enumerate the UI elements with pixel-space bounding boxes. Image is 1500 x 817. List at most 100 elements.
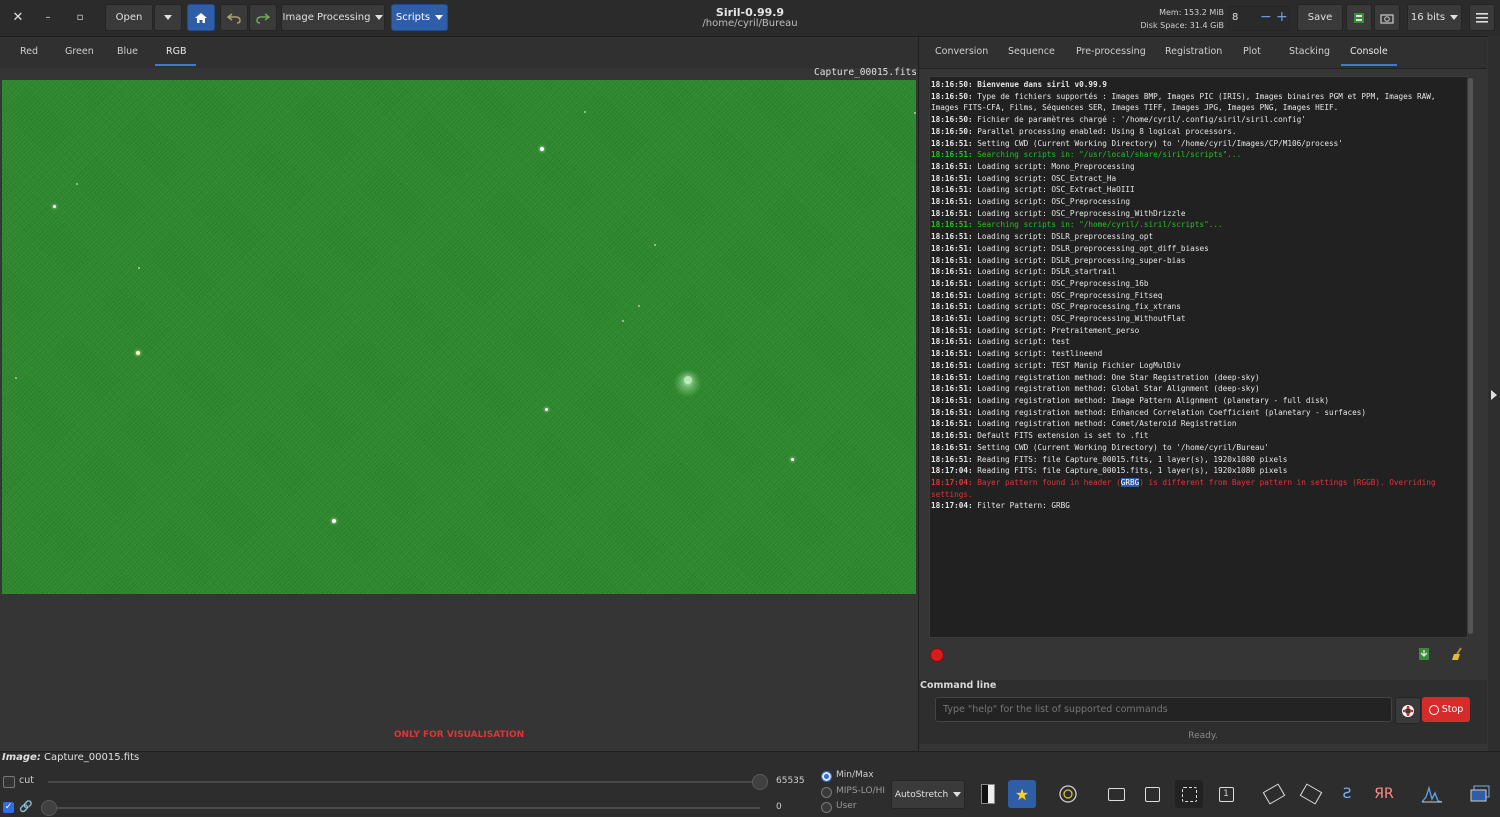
undo-button[interactable]: [220, 4, 248, 31]
chevron-down-icon: [435, 15, 444, 20]
broom-icon: [1452, 647, 1462, 660]
command-line-label: Command line: [920, 680, 997, 691]
stop-button[interactable]: Stop: [1422, 697, 1470, 722]
console-message: Loading script: test: [972, 337, 1070, 347]
console-message: Filter Pattern: GRBG: [972, 501, 1070, 511]
plus-icon[interactable]: +: [1276, 9, 1288, 25]
one-to-one-button[interactable]: 1: [1212, 780, 1240, 808]
radio-minmax[interactable]: [821, 771, 832, 782]
console-line: 18:16:51: Loading script: testlineend: [931, 348, 1467, 360]
mirror-y-button[interactable]: ЯR: [1370, 780, 1398, 808]
photometry-button[interactable]: [1054, 780, 1082, 808]
tab-green[interactable]: Green: [65, 46, 94, 57]
rotate-right-button[interactable]: [1297, 780, 1325, 808]
false-color-button[interactable]: ★: [1008, 780, 1036, 808]
link-checkbox[interactable]: ✓: [3, 802, 14, 813]
undo-icon: [227, 12, 241, 24]
console-timestamp: 18:16:51:: [931, 325, 973, 335]
threads-spinner[interactable]: 8 − +: [1228, 6, 1290, 31]
main-menu-button[interactable]: [1469, 4, 1495, 31]
max-value: 65535: [776, 776, 805, 786]
rotate-right-icon: [1299, 783, 1323, 805]
side-panel-toggle[interactable]: [1488, 36, 1500, 751]
save-as-button[interactable]: [1346, 4, 1372, 31]
snapshot-button[interactable]: [1374, 4, 1400, 31]
star: [638, 305, 640, 307]
image-canvas[interactable]: [2, 80, 916, 594]
max-slider-knob[interactable]: [752, 774, 768, 790]
tab-conversion[interactable]: Conversion: [935, 46, 988, 57]
redo-button[interactable]: [249, 4, 277, 31]
console-message: Loading script: Pretraitement_perso: [972, 325, 1140, 335]
rotate-left-button[interactable]: [1260, 780, 1288, 808]
zoom-in-button[interactable]: [1138, 780, 1166, 808]
working-directory: /home/cyril/Bureau: [702, 18, 798, 29]
image-processing-menu[interactable]: Image Processing: [281, 4, 385, 31]
console-line: 18:16:51: Loading script: DSLR_preproces…: [931, 231, 1467, 243]
console-message: Loading script: DSLR_preprocessing_opt_d…: [972, 243, 1209, 253]
radio-user[interactable]: [821, 802, 832, 813]
cut-checkbox[interactable]: [3, 776, 15, 788]
zoom-fit-button[interactable]: [1102, 780, 1130, 808]
close-window-button[interactable]: ✕: [6, 4, 30, 31]
mirror-x-button[interactable]: Ƨ: [1333, 780, 1361, 808]
star: [622, 320, 624, 322]
image-info: Image: Capture_00015.fits: [2, 752, 139, 763]
maximize-window-button[interactable]: ▫: [68, 4, 92, 31]
tab-stacking[interactable]: Stacking: [1289, 46, 1330, 57]
max-slider-track[interactable]: [48, 781, 760, 783]
status-text: Ready.: [1188, 731, 1218, 741]
display-mode-selector[interactable]: AutoStretch: [891, 780, 965, 809]
redo-icon: [256, 12, 270, 24]
minus-icon[interactable]: −: [1260, 9, 1272, 25]
fit-window-button[interactable]: [1175, 780, 1203, 808]
console-message: Loading script: Mono_Preprocessing: [972, 161, 1135, 171]
console-message: Loading script: OSC_Preprocessing_16b: [972, 278, 1149, 288]
console-log[interactable]: 18:16:50: Bienvenue dans siril v0.99.9 18…: [929, 76, 1468, 638]
console-message: Loading script: TEST Manip Fichier LogMu…: [972, 360, 1181, 370]
chevron-down-icon: [1450, 15, 1459, 20]
image-processing-label: Image Processing: [282, 12, 371, 23]
min-slider-knob[interactable]: [41, 800, 57, 816]
histogram-button[interactable]: [1418, 780, 1446, 808]
radio-mips[interactable]: [821, 787, 832, 798]
bit-depth-label: 16 bits: [1410, 12, 1446, 23]
open-button[interactable]: Open: [105, 4, 153, 31]
console-line: 18:16:51: Loading registration method: O…: [931, 372, 1467, 384]
star: [53, 205, 56, 208]
scripts-menu[interactable]: Scripts: [391, 4, 448, 31]
console-line: 18:16:51: Loading script: OSC_Extract_Ha…: [931, 184, 1467, 196]
tab-blue[interactable]: Blue: [117, 46, 138, 57]
pane-divider[interactable]: [918, 36, 919, 751]
tab-red[interactable]: Red: [20, 46, 38, 57]
command-input[interactable]: [935, 697, 1392, 722]
negative-view-button[interactable]: [974, 780, 1002, 808]
save-log-button[interactable]: [1416, 646, 1432, 662]
save-button[interactable]: Save: [1297, 4, 1343, 31]
tab-pre-processing[interactable]: Pre-processing: [1076, 46, 1146, 57]
home-button[interactable]: [187, 4, 215, 31]
tab-rgb[interactable]: RGB: [166, 46, 186, 57]
console-scrollbar[interactable]: [1468, 78, 1473, 634]
console-message: Loading registration method: One Star Re…: [972, 372, 1260, 382]
star: [15, 377, 17, 379]
open-recent-dropdown[interactable]: [154, 4, 182, 31]
min-slider-track[interactable]: [48, 807, 760, 809]
console-line: 18:16:50: Fichier de paramètres chargé :…: [931, 114, 1467, 126]
tab-plot[interactable]: Plot: [1243, 46, 1261, 57]
one-to-one-icon: 1: [1218, 786, 1234, 802]
tab-console[interactable]: Console: [1350, 46, 1388, 57]
clear-log-button[interactable]: [1450, 646, 1466, 662]
image-list-button[interactable]: [1466, 780, 1494, 808]
console-message: Loading script: OSC_Preprocessing_Fitseq: [972, 290, 1163, 300]
tab-sequence[interactable]: Sequence: [1008, 46, 1055, 57]
bit-depth-selector[interactable]: 16 bits: [1407, 4, 1462, 31]
minimize-window-button[interactable]: –: [36, 4, 60, 31]
console-line: 18:16:51: Loading script: OSC_Extract_Ha: [931, 173, 1467, 185]
star: [584, 111, 586, 113]
help-button[interactable]: [1395, 697, 1421, 724]
tab-registration[interactable]: Registration: [1165, 46, 1222, 57]
console-line: 18:16:51: Loading script: DSLR_preproces…: [931, 243, 1467, 255]
console-line: 18:16:51: Loading script: OSC_Preprocess…: [931, 196, 1467, 208]
console-line: 18:16:51: Loading registration method: I…: [931, 395, 1467, 407]
